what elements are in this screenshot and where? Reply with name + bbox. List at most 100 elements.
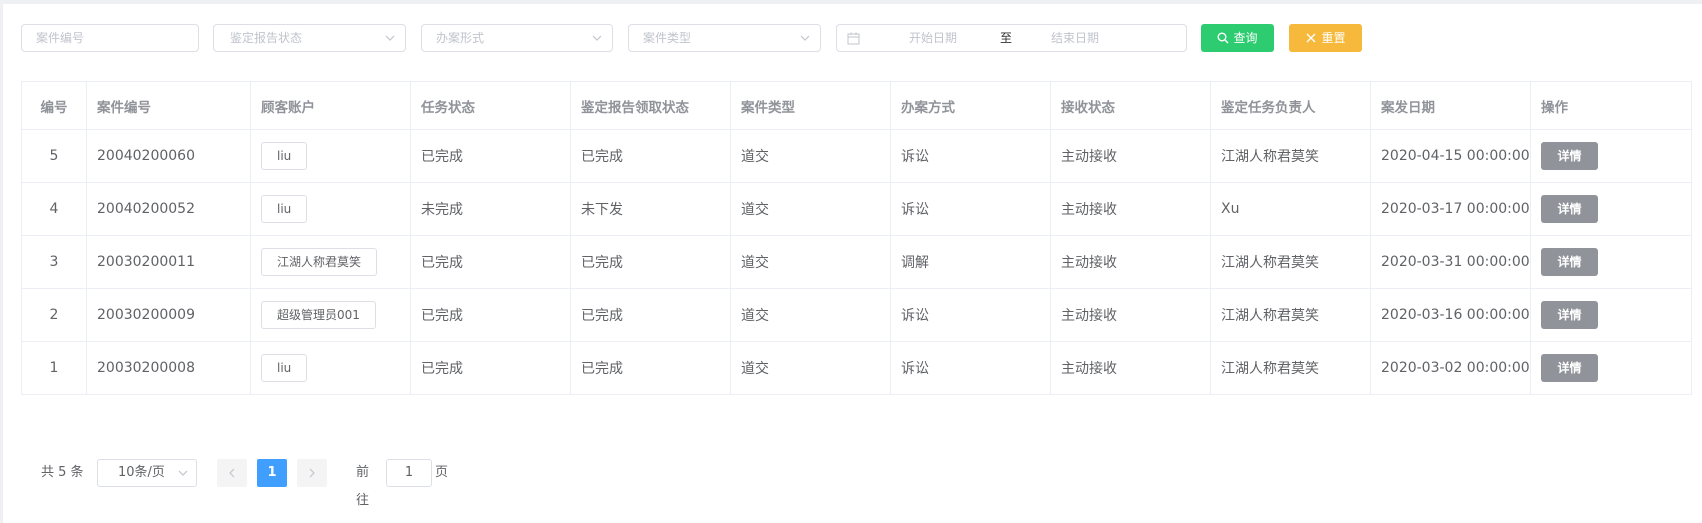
cell-account: liu xyxy=(250,341,411,395)
case-type-placeholder: 案件类型 xyxy=(643,31,692,45)
chevron-down-icon xyxy=(592,35,602,41)
cell-id: 1 xyxy=(21,341,87,395)
account-tag[interactable]: 江湖人称君莫笑 xyxy=(261,248,378,276)
handling-form-placeholder: 办案形式 xyxy=(436,31,485,45)
cell-owner: 江湖人称君莫笑 xyxy=(1210,288,1371,342)
cell-case-type: 道交 xyxy=(730,129,891,183)
page-size-value: 10条/页 xyxy=(118,465,165,480)
cell-case-type: 道交 xyxy=(730,341,891,395)
cell-task-status: 已完成 xyxy=(410,288,571,342)
prev-page-button[interactable] xyxy=(217,459,247,487)
cell-date: 2020-03-16 00:00:00 xyxy=(1370,288,1531,342)
cell-date: 2020-03-17 00:00:00 xyxy=(1370,182,1531,236)
cell-date: 2020-03-31 00:00:00 xyxy=(1370,235,1531,289)
chevron-left-icon xyxy=(229,468,235,478)
case-table: 编号 案件编号 顾客账户 任务状态 鉴定报告领取状态 案件类型 办案方式 接收状… xyxy=(21,81,1692,395)
cell-case-type: 道交 xyxy=(730,235,891,289)
cell-action: 详情 xyxy=(1530,182,1692,236)
cell-case-type: 道交 xyxy=(730,182,891,236)
report-status-select[interactable]: 鉴定报告状态 xyxy=(213,24,406,52)
goto-page-input[interactable]: 1 xyxy=(386,459,432,487)
cell-task-status: 已完成 xyxy=(410,235,571,289)
cell-report-status: 已完成 xyxy=(570,235,731,289)
cell-action: 详情 xyxy=(1530,235,1692,289)
chevron-down-icon xyxy=(178,470,188,476)
detail-button[interactable]: 详情 xyxy=(1541,354,1598,382)
cell-method: 调解 xyxy=(890,235,1051,289)
cell-owner: Xu xyxy=(1210,182,1371,236)
reset-label: 重置 xyxy=(1321,31,1346,45)
table-row: 2 20030200009 超级管理员001 已完成 已完成 道交 诉讼 主动接… xyxy=(21,288,1692,342)
header-incident-date: 案发日期 xyxy=(1370,81,1531,130)
cell-owner: 江湖人称君莫笑 xyxy=(1210,129,1371,183)
cell-method: 诉讼 xyxy=(890,129,1051,183)
cell-action: 详情 xyxy=(1530,129,1692,183)
case-number-placeholder: 案件编号 xyxy=(36,31,85,45)
cell-report-status: 已完成 xyxy=(570,129,731,183)
left-border xyxy=(0,0,3,523)
header-task-status: 任务状态 xyxy=(410,81,571,130)
cell-id: 4 xyxy=(21,182,87,236)
cell-date: 2020-04-15 00:00:00 xyxy=(1370,129,1531,183)
search-icon xyxy=(1217,32,1229,44)
chevron-down-icon xyxy=(800,35,810,41)
cell-receive-status: 主动接收 xyxy=(1050,235,1211,289)
chevron-right-icon xyxy=(309,468,315,478)
header-task-owner: 鉴定任务负责人 xyxy=(1210,81,1371,130)
account-tag[interactable]: 超级管理员001 xyxy=(261,301,376,329)
table-row: 1 20030200008 liu 已完成 已完成 道交 诉讼 主动接收 江湖人… xyxy=(21,341,1692,395)
header-id: 编号 xyxy=(21,81,87,130)
account-tag[interactable]: liu xyxy=(261,354,308,382)
report-status-placeholder: 鉴定报告状态 xyxy=(230,31,303,45)
date-separator: 至 xyxy=(1000,31,1013,45)
header-report-status: 鉴定报告领取状态 xyxy=(570,81,731,130)
calendar-icon xyxy=(847,32,860,45)
cell-account: liu xyxy=(250,182,411,236)
account-tag[interactable]: liu xyxy=(261,195,308,223)
cell-report-status: 已完成 xyxy=(570,341,731,395)
query-button[interactable]: 查询 xyxy=(1201,24,1274,52)
cell-receive-status: 主动接收 xyxy=(1050,288,1211,342)
cell-receive-status: 主动接收 xyxy=(1050,182,1211,236)
date-range-picker[interactable]: 开始日期 至 结束日期 xyxy=(836,24,1187,52)
end-date-placeholder[interactable]: 结束日期 xyxy=(1051,25,1099,51)
cell-case-number: 20030200009 xyxy=(86,288,251,342)
detail-button[interactable]: 详情 xyxy=(1541,301,1598,329)
header-case-number: 案件编号 xyxy=(86,81,251,130)
header-receive-status: 接收状态 xyxy=(1050,81,1211,130)
handling-form-select[interactable]: 办案形式 xyxy=(421,24,613,52)
detail-button[interactable]: 详情 xyxy=(1541,195,1598,223)
page-number-current[interactable]: 1 xyxy=(257,459,287,487)
table-header-row: 编号 案件编号 顾客账户 任务状态 鉴定报告领取状态 案件类型 办案方式 接收状… xyxy=(21,81,1692,130)
cell-account: 江湖人称君莫笑 xyxy=(250,235,411,289)
case-type-select[interactable]: 案件类型 xyxy=(628,24,821,52)
cell-id: 3 xyxy=(21,235,87,289)
detail-button[interactable]: 详情 xyxy=(1541,142,1598,170)
table-row: 4 20040200052 liu 未完成 未下发 道交 诉讼 主动接收 Xu … xyxy=(21,182,1692,236)
cell-id: 5 xyxy=(21,129,87,183)
cell-owner: 江湖人称君莫笑 xyxy=(1210,341,1371,395)
goto-label: 前往 xyxy=(356,465,370,508)
chevron-down-icon xyxy=(385,35,395,41)
page-size-select[interactable]: 10条/页 xyxy=(97,459,197,487)
reset-button[interactable]: 重置 xyxy=(1289,24,1362,52)
header-customer-account: 顾客账户 xyxy=(250,81,411,130)
case-number-input[interactable]: 案件编号 xyxy=(21,24,199,52)
cell-case-type: 道交 xyxy=(730,288,891,342)
cell-account: liu xyxy=(250,129,411,183)
close-icon xyxy=(1306,33,1316,43)
cell-method: 诉讼 xyxy=(890,341,1051,395)
start-date-placeholder[interactable]: 开始日期 xyxy=(909,25,957,51)
detail-button[interactable]: 详情 xyxy=(1541,248,1598,276)
header-actions: 操作 xyxy=(1530,81,1692,130)
cell-task-status: 已完成 xyxy=(410,129,571,183)
cell-case-number: 20030200011 xyxy=(86,235,251,289)
cell-task-status: 已完成 xyxy=(410,341,571,395)
cell-report-status: 已完成 xyxy=(570,288,731,342)
cell-owner: 江湖人称君莫笑 xyxy=(1210,235,1371,289)
cell-account: 超级管理员001 xyxy=(250,288,411,342)
cell-method: 诉讼 xyxy=(890,288,1051,342)
next-page-button[interactable] xyxy=(297,459,327,487)
cell-action: 详情 xyxy=(1530,341,1692,395)
account-tag[interactable]: liu xyxy=(261,142,308,170)
